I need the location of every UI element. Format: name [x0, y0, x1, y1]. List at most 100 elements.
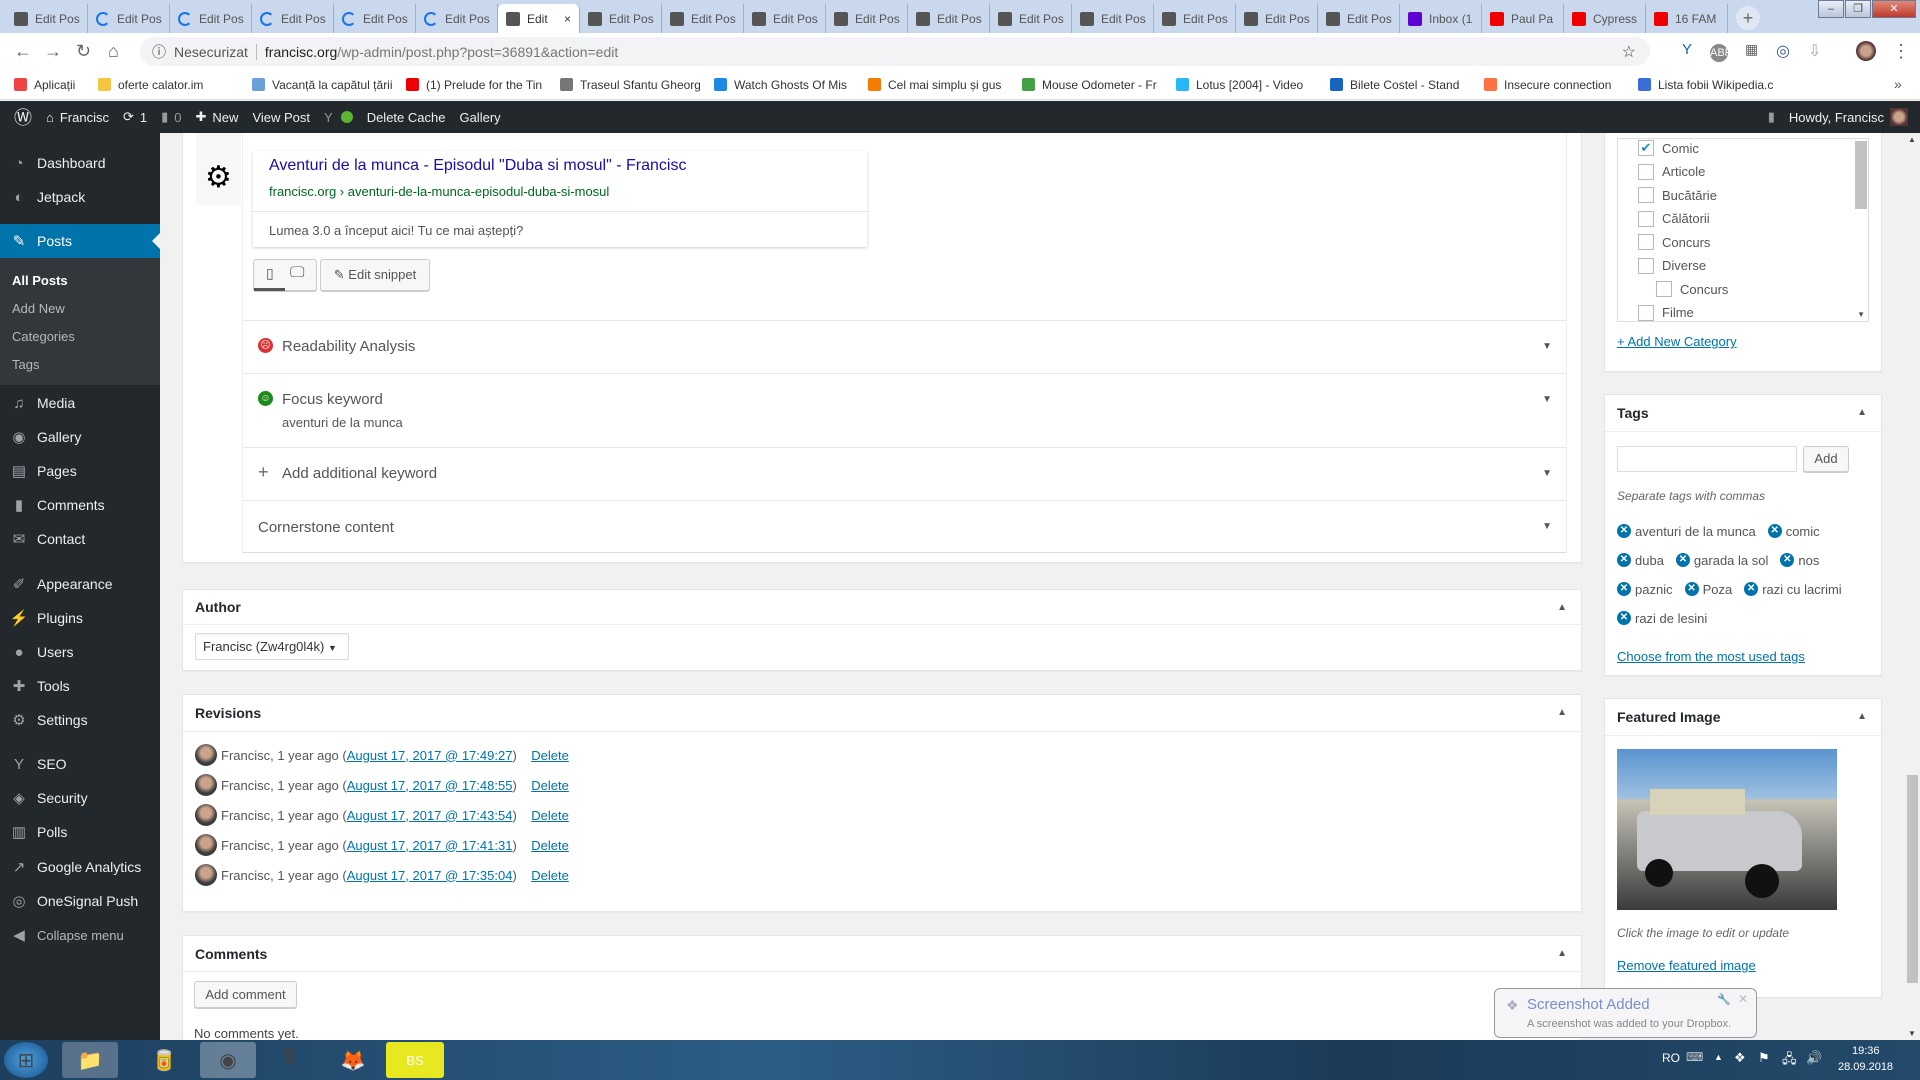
checkbox[interactable] — [1638, 187, 1654, 203]
bookmark-item[interactable]: Cel mai simplu și gus — [868, 78, 1008, 92]
focus-keyword-row[interactable]: ☺ Focus keyword aventuri de la munca ▼ — [243, 373, 1566, 447]
remove-tag-icon[interactable]: ✕ — [1780, 553, 1795, 567]
new-tab-button[interactable]: + — [1736, 6, 1760, 30]
readability-analysis-row[interactable]: ☹ Readability Analysis ▼ — [243, 320, 1566, 373]
wordpress-logo-icon[interactable]: Ⓦ — [14, 104, 32, 130]
bookmark-item[interactable]: Lotus [2004] - Video — [1176, 78, 1316, 92]
checkbox[interactable]: ✔ — [1638, 140, 1654, 156]
scrollbar-thumb[interactable] — [1907, 775, 1918, 983]
remove-tag-icon[interactable]: ✕ — [1744, 582, 1759, 596]
sidebar-item-collapse-menu[interactable]: ◀ Collapse menu — [0, 918, 160, 952]
browser-tab[interactable]: Edit Pos — [826, 4, 908, 33]
bookmark-item[interactable]: Watch Ghosts Of Mis — [714, 78, 854, 92]
diet-app-icon[interactable]: 🥫 — [136, 1042, 192, 1078]
remove-featured-image-link[interactable]: Remove featured image — [1617, 958, 1756, 973]
firefox-icon[interactable]: 🦊 — [325, 1042, 381, 1078]
sidebar-item-users[interactable]: ● Users — [0, 635, 160, 669]
category-item[interactable]: Diverse — [1638, 257, 1706, 274]
delete-revision-link[interactable]: Delete — [531, 748, 569, 763]
checkbox[interactable] — [1656, 281, 1672, 297]
revision-date-link[interactable]: August 17, 2017 @ 17:43:54 — [347, 808, 513, 823]
collapse-toggle-icon[interactable]: ▲ — [1557, 602, 1567, 613]
site-name-link[interactable]: ⌂ Francisc — [46, 110, 109, 125]
edit-snippet-button[interactable]: ✎ Edit snippet — [320, 259, 430, 291]
revision-date-link[interactable]: August 17, 2017 @ 17:49:27 — [347, 748, 513, 763]
bookmark-item[interactable]: Traseul Sfantu Gheorgus — [560, 78, 700, 92]
browser-tab[interactable]: Inbox (1 — [1400, 4, 1482, 33]
mobile-preview-icon[interactable]: ▯ — [266, 265, 274, 282]
revision-date-link[interactable]: August 17, 2017 @ 17:35:04 — [347, 868, 513, 883]
home-icon[interactable]: ⌂ — [108, 41, 119, 62]
browser-tab[interactable]: Edit Pos — [662, 4, 744, 33]
sidebar-item-appearance[interactable]: ✐ Appearance — [0, 567, 160, 601]
reload-icon[interactable]: ↻ — [76, 41, 91, 62]
most-used-tags-link[interactable]: Choose from the most used tags — [1617, 649, 1805, 664]
category-item[interactable]: Călătorii — [1638, 210, 1710, 227]
category-item[interactable]: Articole — [1638, 163, 1705, 180]
sidebar-item-contact[interactable]: ✉ Contact — [0, 522, 160, 556]
browser-tab[interactable]: Paul Pa — [1482, 4, 1564, 33]
network-icon[interactable]: 🖧 — [1782, 1050, 1797, 1072]
submenu-item-categories[interactable]: Categories — [12, 329, 75, 344]
browser-tab[interactable]: Edit Pos — [1154, 4, 1236, 33]
cornerstone-content-row[interactable]: Cornerstone content ▼ — [243, 500, 1566, 553]
chevron-down-icon[interactable]: ▼ — [1542, 521, 1552, 532]
sidebar-item-settings[interactable]: ⚙ Settings — [0, 703, 160, 737]
address-bar[interactable]: ⓘ Nesecurizat francisc.org/wp-admin/post… — [140, 37, 1650, 66]
close-tab-icon[interactable]: × — [564, 12, 571, 26]
collapse-toggle-icon[interactable]: ▲ — [1557, 948, 1567, 959]
collapse-toggle-icon[interactable]: ▲ — [1557, 707, 1567, 718]
sidebar-item-pages[interactable]: ▤ Pages — [0, 454, 160, 488]
profile-avatar[interactable] — [1856, 41, 1876, 61]
checkbox[interactable] — [1638, 257, 1654, 274]
start-button[interactable]: ⊞ — [4, 1042, 48, 1078]
close-window-button[interactable]: ✕ — [1872, 0, 1916, 18]
action-center-flag-icon[interactable]: ⚑ — [1758, 1050, 1770, 1066]
category-item[interactable]: Concurs — [1656, 281, 1728, 297]
adblock-icon[interactable]: ABP — [1710, 44, 1732, 62]
browser-tab[interactable]: Edit Pos — [252, 4, 334, 33]
checkbox[interactable] — [1638, 304, 1654, 321]
revision-date-link[interactable]: August 17, 2017 @ 17:41:31 — [347, 838, 513, 853]
author-select[interactable]: Francisc (Zw4rg0l4k) ▼ — [195, 633, 349, 660]
new-tag-input[interactable] — [1617, 446, 1797, 472]
sidebar-item-tools[interactable]: ✚ Tools — [0, 669, 160, 703]
browser-tab[interactable]: Cypress — [1564, 4, 1646, 33]
view-post-link[interactable]: View Post — [252, 110, 310, 125]
submenu-item-add-new[interactable]: Add New — [12, 301, 65, 316]
chevron-down-icon[interactable]: ▼ — [1542, 394, 1552, 405]
extension-icon[interactable]: ◎ — [1776, 41, 1790, 61]
browser-tab[interactable]: Edit Pos — [1072, 4, 1154, 33]
chrome-icon[interactable]: ◉ — [200, 1042, 256, 1078]
sidebar-item-onesignal-push[interactable]: ◎ OneSignal Push — [0, 884, 160, 918]
sidebar-item-media[interactable]: ♫ Media — [0, 386, 160, 420]
browser-tab[interactable]: Edit Pos — [416, 4, 498, 33]
sidebar-item-google-analytics[interactable]: ↗ Google Analytics — [0, 850, 160, 884]
category-item[interactable]: Concurs — [1638, 234, 1710, 250]
add-new-category-link[interactable]: + Add New Category — [1617, 334, 1737, 349]
delete-revision-link[interactable]: Delete — [531, 778, 569, 793]
volume-icon[interactable]: 🔊 — [1806, 1050, 1822, 1066]
submenu-item-all-posts[interactable]: All Posts — [12, 273, 68, 288]
remove-tag-icon[interactable]: ✕ — [1617, 553, 1631, 567]
bookmark-item[interactable]: Bilete Costel - Stand — [1330, 78, 1470, 92]
page-scrollbar[interactable]: ▲ ▼ — [1905, 133, 1920, 1040]
scroll-down-icon[interactable]: ▼ — [1908, 1029, 1916, 1038]
remove-tag-icon[interactable]: ✕ — [1767, 524, 1782, 538]
category-item[interactable]: Filme — [1638, 304, 1694, 321]
bluestacks-icon[interactable]: BS — [386, 1042, 444, 1078]
file-explorer-icon[interactable]: 📁 — [62, 1042, 118, 1078]
browser-tab[interactable]: Edit Pos — [6, 4, 88, 33]
calculator-icon[interactable]: 🖩 — [260, 1042, 316, 1078]
clock-time[interactable]: 19:36 — [1852, 1045, 1880, 1057]
collapse-toggle-icon[interactable]: ▲ — [1857, 407, 1867, 418]
remove-tag-icon[interactable]: ✕ — [1617, 524, 1631, 538]
show-hidden-icons[interactable]: ▲ — [1714, 1052, 1723, 1062]
browser-tab[interactable]: Edit Pos — [1236, 4, 1318, 33]
browser-tab[interactable]: Edit Pos — [744, 4, 826, 33]
sidebar-item-posts[interactable]: ✎ Posts — [0, 224, 160, 258]
bookmark-item[interactable]: Mouse Odometer - Fr — [1022, 78, 1162, 92]
snippet-preview[interactable]: Aventuri de la munca - Episodul "Duba si… — [253, 151, 867, 247]
gallery-link[interactable]: Gallery — [459, 110, 500, 125]
remove-tag-icon[interactable]: ✕ — [1684, 582, 1699, 596]
